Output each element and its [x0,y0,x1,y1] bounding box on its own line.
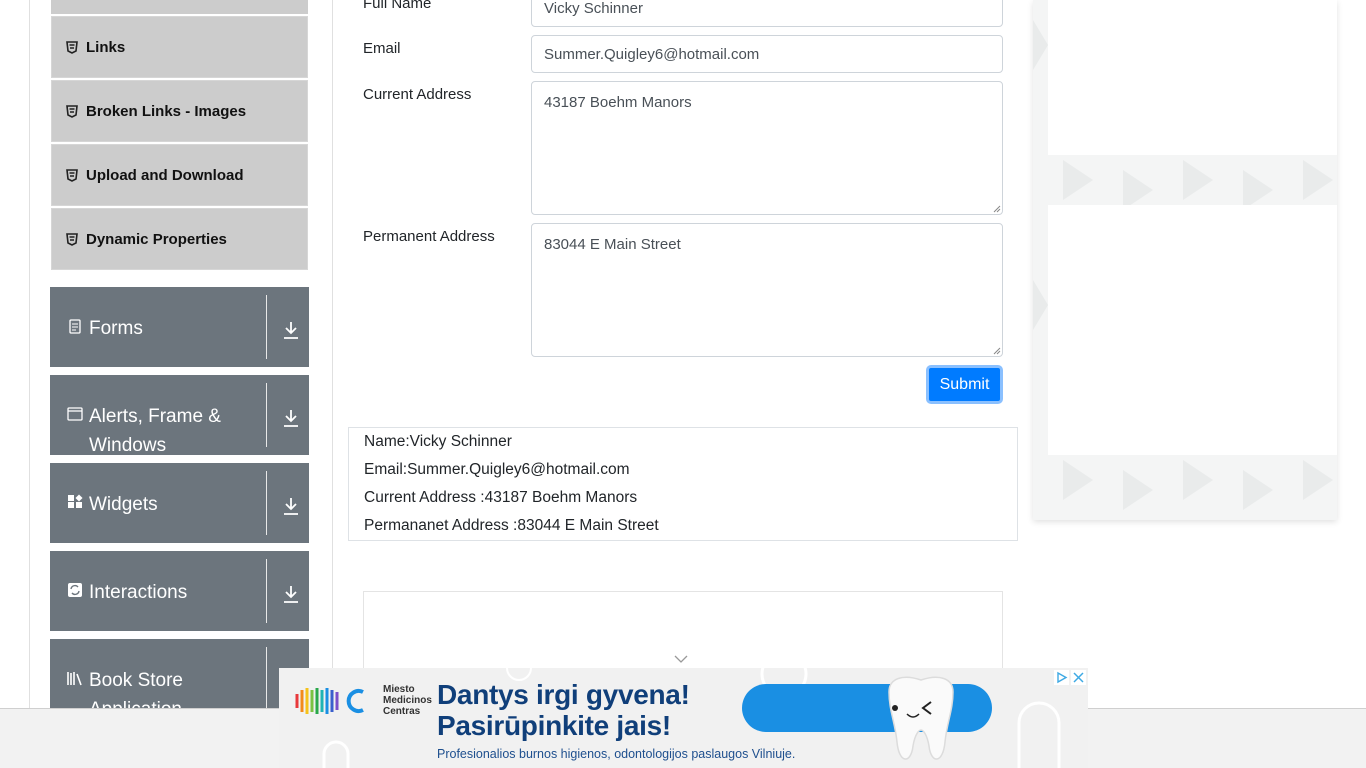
content-divider [332,0,333,708]
current-address-label: Current Address [363,86,472,103]
right-ad-panel [1033,0,1337,520]
sidebar-group-label: Forms [89,318,143,339]
ad-headline-2: Pasirūpinkite jais! [437,710,671,741]
resize-grip-icon[interactable] [993,347,1001,355]
sidebar-group-widgets[interactable]: Widgets [50,463,309,543]
current-address-textarea[interactable]: 43187 Boehm Manors [531,81,1003,215]
permanent-address-label: Permanent Address [363,228,495,245]
chevron-down-icon[interactable] [674,654,688,664]
page: Links Broken Links - Images Upload and D… [0,0,1366,768]
sidebar-group-alerts[interactable]: Alerts, Frame & Windows [50,375,309,455]
ad-container [363,591,1003,671]
submit-button[interactable]: Submit [926,365,1003,404]
sidebar-item-label: Broken Links - Images [86,102,247,120]
output-name: Name:Vicky Schinner [364,433,512,450]
group-divider [266,559,267,623]
right-ad-card[interactable] [1048,0,1337,155]
download-arrow-icon[interactable] [282,584,300,604]
close-icon[interactable] [1071,670,1086,685]
full-name-input[interactable] [531,0,1003,27]
sidebar-item-label: Dynamic Properties [86,230,227,248]
output-panel: Name:Vicky Schinner Email:Summer.Quigley… [348,427,1018,541]
tooth-mascot-icon [888,676,954,760]
sidebar-item-dynamic-properties[interactable]: Dynamic Properties [51,208,308,270]
sidebar-group-book-store[interactable]: Book Store Application [50,639,309,708]
group-divider [266,383,267,447]
ad-brand: Miesto Medicinos Centras [383,684,432,717]
download-arrow-icon[interactable] [282,408,300,428]
banner-ad[interactable]: Miesto Medicinos Centras Dantys irgi gyv… [279,668,1088,768]
sidebar-item-previous[interactable] [51,0,308,14]
left-divider [29,0,30,708]
email-input[interactable] [531,35,1003,73]
html5-icon [66,168,78,182]
sidebar-item-upload-download[interactable]: Upload and Download [51,144,308,206]
group-divider [266,471,267,535]
sidebar-group-interactions[interactable]: Interactions [50,551,309,631]
output-current-address: Current Address :43187 Boehm Manors [364,489,638,506]
group-divider [266,295,267,359]
download-arrow-icon[interactable] [282,320,300,340]
group-divider [266,647,267,708]
ad-logo-icon [295,688,364,714]
adchoices-icon[interactable] [1054,670,1069,685]
sidebar-group-label: Interactions [89,582,188,603]
sidebar-item-label: Upload and Download [86,166,244,184]
permanent-address-textarea[interactable]: 83044 E Main Street [531,223,1003,357]
resize-grip-icon[interactable] [993,205,1001,213]
interaction-icon [68,583,82,597]
window-icon [67,407,83,421]
html5-icon [66,40,78,54]
ad-choice-icons[interactable] [1054,670,1086,685]
ad-headline-1: Dantys irgi gyvena! [437,679,690,710]
sidebar-group-label: Alerts, Frame & Windows [89,406,221,455]
widgets-icon [68,494,83,508]
form-icon [69,319,81,334]
sidebar-item-label: Links [86,38,126,56]
sidebar-item-broken-links[interactable]: Broken Links - Images [51,80,308,142]
right-ad-card[interactable] [1048,205,1337,455]
output-email: Email:Summer.Quigley6@hotmail.com [364,461,630,478]
download-arrow-icon[interactable] [282,496,300,516]
sidebar-group-label: Book Store Application [89,670,183,708]
sidebar-item-links[interactable]: Links [51,16,308,78]
email-label: Email [363,40,401,57]
ad-subline: Profesionalios burnos higienos, odontolo… [437,747,796,761]
sidebar-group-label: Widgets [89,494,158,515]
sidebar-group-forms[interactable]: Forms [50,287,309,367]
full-name-label: Full Name [363,0,432,12]
output-permanent-address: Permananet Address :83044 E Main Street [364,517,659,534]
html5-icon [66,232,78,246]
books-icon [67,672,82,686]
html5-icon [66,104,78,118]
